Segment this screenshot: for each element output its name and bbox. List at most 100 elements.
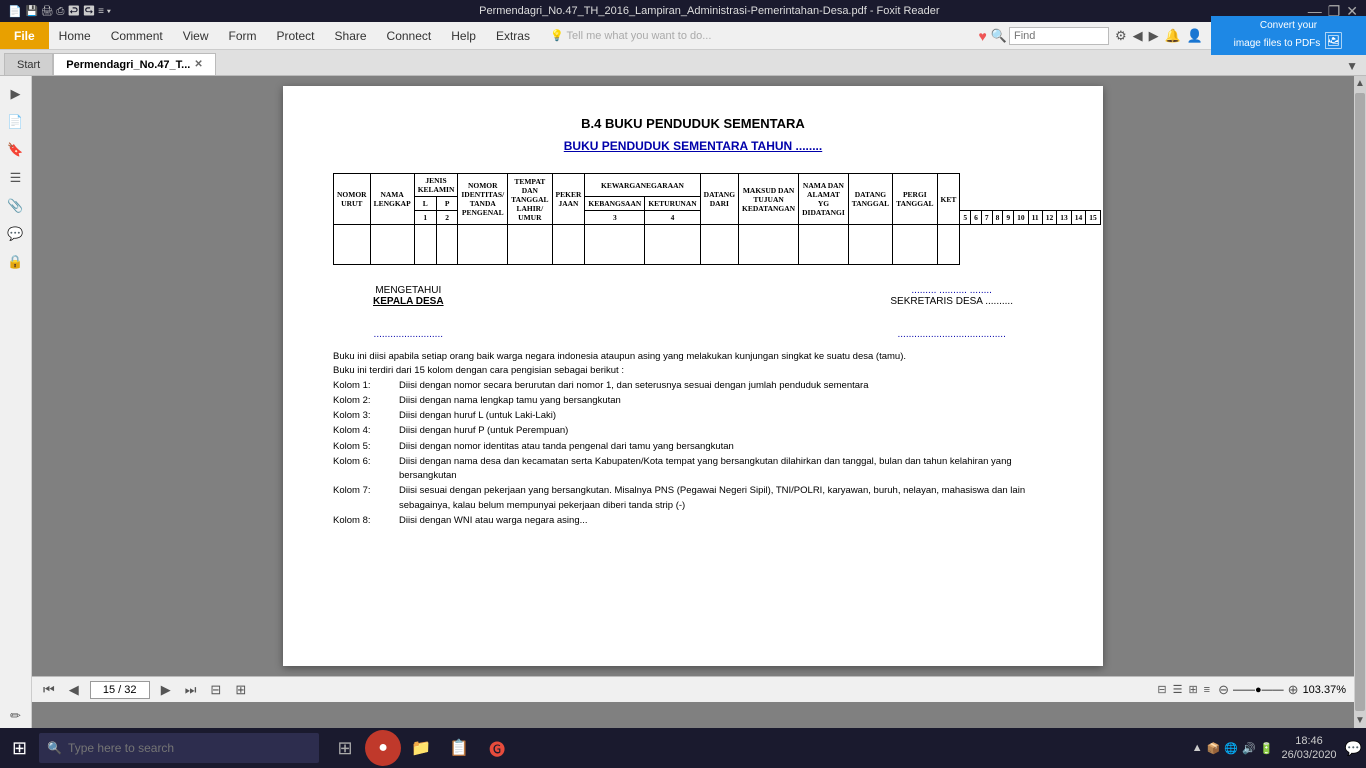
scroll-up[interactable]: ▲	[1353, 76, 1366, 91]
sig-right-name: .......................................	[890, 329, 1013, 340]
menu-view[interactable]: View	[173, 22, 219, 49]
zoom-in-btn[interactable]: ⊕	[1288, 682, 1299, 698]
taskbar: ⊞ 🔍 ⊞ ● 📁 📋 🅖 ▲ 📦 🌐 🔊 🔋 18:46 26/03/2020…	[0, 728, 1366, 768]
col-tempat: TEMPAT DANTANGGALLAHIR/ UMUR	[508, 174, 552, 225]
tab-start[interactable]: Start	[4, 53, 53, 75]
num-15: 15	[1086, 211, 1101, 225]
sidebar-bookmark-icon[interactable]: 🔖	[4, 138, 28, 162]
taskbar-app-4[interactable]: 🅖	[479, 730, 515, 766]
menu-share[interactable]: Share	[325, 22, 377, 49]
col-l: L	[414, 197, 436, 211]
zoom-out-btn[interactable]: ⊖	[1218, 682, 1229, 698]
banner-icon: 🖼	[1323, 33, 1343, 50]
col-datang-tgl: DATANGTANGGAL	[848, 174, 892, 225]
col-maksud: MAKSUD DAN TUJUANKEDATANGAN	[739, 174, 799, 225]
quick-access-icons: 💾 🖨 ⎙ ↩ ↪ ≡ ▾	[26, 6, 111, 17]
date-display: 26/03/2020	[1282, 748, 1337, 762]
nav-next[interactable]: ▶	[158, 681, 174, 699]
nav-first[interactable]: ⏮	[40, 681, 58, 699]
heart-icon: ♥	[978, 28, 986, 44]
page-number-input[interactable]	[90, 681, 150, 699]
num-4: 4	[645, 211, 700, 225]
pdf-description: Buku ini diisi apabila setiap orang baik…	[333, 350, 1053, 528]
pdf-area: B.4 BUKU PENDUDUK SEMENTARA BUKU PENDUDU…	[32, 76, 1354, 728]
next-find-icon[interactable]: ▶	[1147, 26, 1161, 46]
taskbar-time[interactable]: 18:46 26/03/2020	[1282, 734, 1337, 763]
fit-icon[interactable]: ⊟	[1157, 683, 1166, 696]
sidebar-layers-icon[interactable]: ☰	[4, 166, 28, 190]
tab-close-icon[interactable]: ✕	[194, 59, 202, 70]
double-page-icon[interactable]: ⊞	[1188, 683, 1197, 696]
tray-arrow[interactable]: ▲	[1192, 742, 1203, 754]
menu-protect[interactable]: Protect	[267, 22, 325, 49]
tray-volume[interactable]: 🔊	[1242, 742, 1256, 755]
desc-intro1: Buku ini diisi apabila setiap orang baik…	[333, 350, 1053, 364]
tab-start-label: Start	[17, 59, 40, 71]
menu-help[interactable]: Help	[441, 22, 486, 49]
taskbar-search: 🔍	[39, 733, 319, 763]
sidebar-sign-icon[interactable]: ✏	[4, 704, 28, 728]
tray-network[interactable]: 🌐	[1224, 742, 1238, 755]
sidebar-clip-icon[interactable]: 📎	[4, 194, 28, 218]
menu-home[interactable]: Home	[49, 22, 101, 49]
view-icon1[interactable]: ⊟	[207, 681, 224, 699]
sidebar-expand-icon[interactable]: ▶	[4, 82, 28, 106]
taskbar-search-input[interactable]	[68, 741, 311, 755]
sidebar-comment-icon[interactable]: 💬	[4, 222, 28, 246]
view-icon2[interactable]: ⊞	[232, 681, 249, 699]
tray-dropbox[interactable]: 📦	[1207, 742, 1221, 755]
col-kewarganegaraan: KEWARGANEGARAAN	[585, 174, 700, 197]
table-row	[334, 225, 1101, 265]
start-button[interactable]: ⊞	[4, 734, 35, 763]
find-input[interactable]	[1009, 27, 1109, 45]
sidebar-page-icon[interactable]: 📄	[4, 110, 28, 134]
tab-pdf-label: Permendagri_No.47_T...	[66, 59, 190, 71]
search-container	[1009, 27, 1109, 45]
menu-connect[interactable]: Connect	[377, 22, 442, 49]
tabs-dropdown[interactable]: ▼	[1342, 57, 1362, 75]
col-jenis-kelamin: JENISKELAMIN	[414, 174, 458, 197]
time-display: 18:46	[1282, 734, 1337, 748]
scroll-icon[interactable]: ≡	[1204, 684, 1210, 696]
num-8: 8	[992, 211, 1003, 225]
convert-banner[interactable]: Convert your image files to PDFs 🖼	[1211, 16, 1366, 56]
tab-pdf[interactable]: Permendagri_No.47_T... ✕	[53, 53, 216, 75]
menu-whatdo[interactable]: 💡 Tell me what you want to do...	[540, 22, 721, 49]
taskbar-app-taskview[interactable]: ⊞	[327, 730, 363, 766]
desc-col6: Kolom 6: Diisi dengan nama desa dan keca…	[333, 455, 1053, 484]
user-icon[interactable]: 👤	[1185, 26, 1205, 46]
taskbar-apps: ⊞ ● 📁 📋 🅖	[327, 730, 515, 766]
taskbar-app-1[interactable]: ●	[365, 730, 401, 766]
settings-icon[interactable]: ⚙	[1113, 26, 1129, 46]
single-page-icon[interactable]: ☰	[1173, 683, 1183, 696]
menu-form[interactable]: Form	[219, 22, 267, 49]
sig-right: ......... .......... ........ SEKRETARIS…	[890, 285, 1013, 340]
taskbar-app-3[interactable]: 📋	[441, 730, 477, 766]
desc-col1: Kolom 1: Diisi dengan nomor secara berur…	[333, 379, 1053, 393]
zoom-level: 103.37%	[1303, 684, 1346, 696]
taskbar-app-2[interactable]: 📁	[403, 730, 439, 766]
notification-center[interactable]: 💬	[1345, 740, 1362, 757]
num-12: 12	[1042, 211, 1057, 225]
left-sidebar: ▶ 📄 🔖 ☰ 📎 💬 🔒 ✏	[0, 76, 32, 728]
scroll-down[interactable]: ▼	[1353, 713, 1366, 728]
banner-line1: Convert your	[1260, 20, 1317, 31]
sidebar-lock-icon[interactable]: 🔒	[4, 250, 28, 274]
taskbar-right: ▲ 📦 🌐 🔊 🔋 18:46 26/03/2020 💬	[1192, 734, 1362, 763]
desc-col4: Kolom 4: Diisi dengan huruf P (untuk Per…	[333, 424, 1053, 438]
bottom-bar: ⏮ ◀ ▶ ⏭ ⊟ ⊞ ⊟ ☰ ⊞ ≡ ⊖ ——●—— ⊕ 103.37%	[32, 676, 1354, 702]
notification-icon[interactable]: 🔔	[1163, 26, 1183, 46]
nav-prev[interactable]: ◀	[66, 681, 82, 699]
window-title: Permendagri_No.47_TH_2016_Lampiran_Admin…	[111, 5, 1308, 17]
scrollbar[interactable]: ▲ ▼	[1354, 76, 1366, 728]
col-kebangsaan: KEBANGSAAN	[585, 197, 645, 211]
menu-extras[interactable]: Extras	[486, 22, 540, 49]
prev-find-icon[interactable]: ◀	[1131, 26, 1145, 46]
pdf-title-main: B.4 BUKU PENDUDUK SEMENTARA	[333, 116, 1053, 131]
menu-file[interactable]: File	[0, 22, 49, 49]
toolbar-icons: ⚙ ◀ ▶ 🔔 👤	[1113, 26, 1205, 46]
menu-comment[interactable]: Comment	[101, 22, 173, 49]
nav-last[interactable]: ⏭	[182, 681, 200, 699]
zoom-slider[interactable]: ——●——	[1233, 684, 1284, 696]
scroll-thumb[interactable]	[1355, 93, 1365, 711]
